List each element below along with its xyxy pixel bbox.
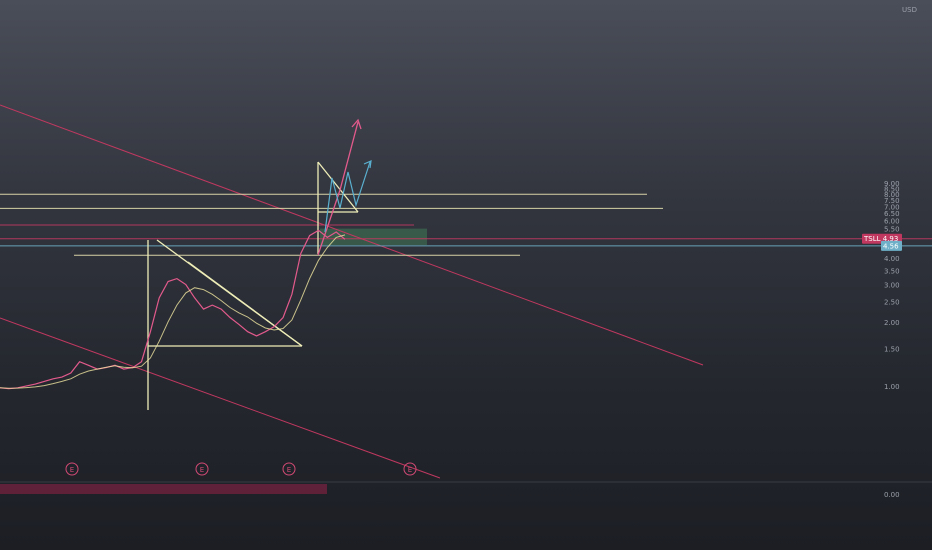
y-tick-label-13: 2.50 xyxy=(884,298,900,306)
projection-arrowhead-blue xyxy=(363,160,372,169)
y-tick-label-7: 5.50 xyxy=(884,226,900,234)
pattern-line-6 xyxy=(187,261,303,347)
volume-tick-label: 0.00 xyxy=(884,491,900,499)
earnings-marker-label-3: E xyxy=(408,466,412,474)
trend-line-upper xyxy=(0,104,704,366)
y-tick-label-10: 4.00 xyxy=(884,255,900,263)
price-badge-label-1: 4.56 xyxy=(883,242,899,250)
y-tick-label-15: 1.50 xyxy=(884,346,900,354)
price-line xyxy=(0,229,346,390)
earnings-marker-label-0: E xyxy=(70,466,74,474)
y-tick-label-14: 2.00 xyxy=(884,319,900,327)
price-chart-svg[interactable]: EEEEUSD9.008.508.007.507.006.506.005.505… xyxy=(0,0,932,550)
trend-line-lower xyxy=(0,317,441,479)
projection-arrow-blue xyxy=(324,161,371,233)
y-tick-label-6: 6.00 xyxy=(884,218,900,226)
chart-area[interactable]: EEEEUSD9.008.508.007.507.006.506.005.505… xyxy=(0,0,932,550)
volume-bars xyxy=(0,484,327,494)
earnings-marker-label-1: E xyxy=(200,466,204,474)
y-tick-label-11: 3.50 xyxy=(884,267,900,275)
earnings-marker-label-2: E xyxy=(287,466,291,474)
currency-label: USD xyxy=(902,6,917,14)
y-tick-label-12: 3.00 xyxy=(884,282,900,290)
y-tick-label-16: 1.00 xyxy=(884,383,900,391)
moving-average-line xyxy=(0,234,346,389)
